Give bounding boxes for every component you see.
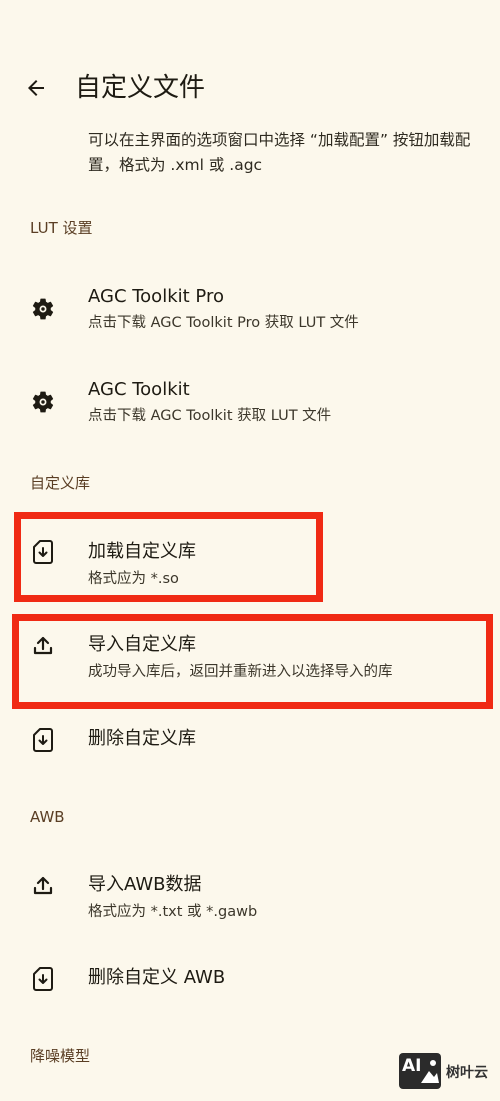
description-text: 可以在主界面的选项窗口中选择 “加载配置” 按钮加载配置，格式为 .xml 或 … bbox=[88, 131, 471, 174]
arrow-back-icon bbox=[28, 80, 44, 96]
watermark-text: 树叶云 bbox=[446, 1065, 488, 1081]
file-download-icon bbox=[30, 727, 56, 753]
list-item-import-awb[interactable]: 导入AWB数据 格式应为 *.txt 或 *.gawb bbox=[0, 860, 500, 936]
list-item-title: 导入自定义库 bbox=[88, 634, 196, 655]
top-app-bar: 自定义文件 bbox=[0, 58, 500, 120]
list-item-title: 导入AWB数据 bbox=[88, 874, 202, 895]
list-item-agc-toolkit[interactable]: AGC Toolkit 点击下载 AGC Toolkit 获取 LUT 文件 bbox=[0, 366, 500, 442]
list-item-title: 删除自定义库 bbox=[88, 728, 196, 749]
list-item-delete-library[interactable]: 删除自定义库 bbox=[0, 712, 500, 768]
gear-icon bbox=[30, 296, 56, 322]
upload-icon bbox=[30, 632, 56, 658]
watermark: AI 树叶云 bbox=[399, 1053, 500, 1093]
list-item-subtitle: 点击下载 AGC Toolkit Pro 获取 LUT 文件 bbox=[88, 315, 359, 331]
list-item-load-library[interactable]: 加载自定义库 格式应为 *.so bbox=[0, 526, 500, 602]
list-item-agc-toolkit-pro[interactable]: AGC Toolkit Pro 点击下载 AGC Toolkit Pro 获取 … bbox=[0, 272, 500, 348]
list-item-subtitle: 点击下载 AGC Toolkit 获取 LUT 文件 bbox=[88, 408, 332, 424]
list-item-delete-awb[interactable]: 删除自定义 AWB bbox=[0, 952, 500, 1008]
list-item-title: AGC Toolkit bbox=[88, 379, 190, 400]
upload-icon bbox=[30, 872, 56, 898]
mountain-icon bbox=[421, 1060, 439, 1083]
watermark-logo: AI bbox=[399, 1053, 441, 1089]
file-download-icon bbox=[30, 966, 56, 992]
section-header-lut: LUT 设置 bbox=[30, 219, 93, 237]
file-download-icon bbox=[30, 539, 56, 565]
page-title: 自定义文件 bbox=[75, 73, 206, 103]
section-header-awb: AWB bbox=[30, 808, 65, 826]
list-item-title: 加载自定义库 bbox=[88, 541, 196, 562]
list-item-import-library[interactable]: 导入自定义库 成功导入库后，返回并重新进入以选择导入的库 bbox=[0, 620, 500, 696]
list-item-subtitle: 格式应为 *.so bbox=[88, 571, 179, 587]
list-item-title: AGC Toolkit Pro bbox=[88, 286, 224, 307]
gear-icon bbox=[30, 389, 56, 415]
section-header-library: 自定义库 bbox=[30, 474, 91, 492]
list-item-title: 删除自定义 AWB bbox=[88, 967, 226, 988]
list-item-subtitle: 成功导入库后，返回并重新进入以选择导入的库 bbox=[88, 664, 393, 680]
back-button[interactable] bbox=[16, 68, 56, 108]
list-item-subtitle: 格式应为 *.txt 或 *.gawb bbox=[88, 904, 258, 920]
section-header-denoise: 降噪模型 bbox=[30, 1047, 91, 1065]
